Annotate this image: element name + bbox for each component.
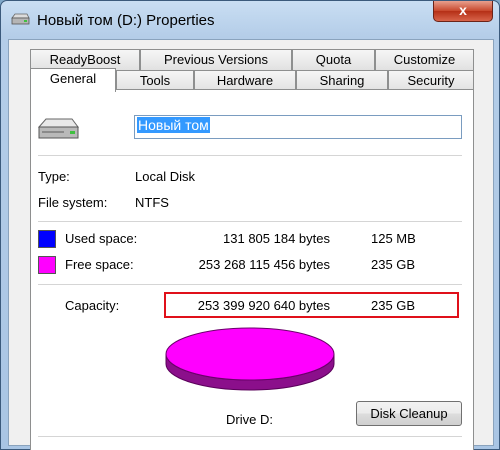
free-space-size: 235 GB xyxy=(371,257,416,272)
volume-name-input[interactable]: Новый том xyxy=(134,115,462,139)
drive-label: Drive D: xyxy=(226,412,273,427)
capacity-label: Capacity: xyxy=(65,298,120,313)
capacity-bytes: 253 399 920 640 bytes xyxy=(197,298,330,313)
separator-capacity xyxy=(38,284,462,285)
disk-cleanup-button[interactable]: Disk Cleanup xyxy=(356,401,462,426)
close-button[interactable]: x xyxy=(433,1,493,22)
tab-readyboost[interactable]: ReadyBoost xyxy=(30,49,140,70)
tab-sharing[interactable]: Sharing xyxy=(296,70,388,91)
volume-name-selection: Новый том xyxy=(137,117,210,133)
free-space-swatch xyxy=(38,256,56,274)
capacity-size: 235 GB xyxy=(371,298,416,313)
tab-previous-versions[interactable]: Previous Versions xyxy=(140,49,292,70)
window-title: Новый том (D:) Properties xyxy=(37,12,215,29)
title-bar[interactable]: Новый том (D:) Properties x xyxy=(1,1,499,39)
hard-drive-icon xyxy=(37,118,79,139)
disk-usage-pie xyxy=(165,327,335,391)
used-space-label: Used space: xyxy=(65,231,138,246)
used-space-bytes: 131 805 184 bytes xyxy=(223,231,330,246)
type-label: Type: xyxy=(38,169,70,184)
tab-customize[interactable]: Customize xyxy=(375,49,474,70)
used-space-swatch xyxy=(38,230,56,248)
tab-general[interactable]: General xyxy=(30,68,116,92)
free-space-label: Free space: xyxy=(65,257,134,272)
tab-tools[interactable]: Tools xyxy=(116,70,194,91)
separator-top xyxy=(38,155,462,156)
file-system-label: File system: xyxy=(38,195,108,210)
drive-icon xyxy=(11,13,30,25)
tab-hardware[interactable]: Hardware xyxy=(194,70,296,91)
separator-middle xyxy=(38,221,462,222)
file-system-value: NTFS xyxy=(135,195,169,210)
type-value: Local Disk xyxy=(135,169,195,184)
tab-security[interactable]: Security xyxy=(388,70,474,91)
used-space-size: 125 MB xyxy=(371,231,416,246)
separator-bottom xyxy=(38,436,462,437)
tab-quota[interactable]: Quota xyxy=(292,49,375,70)
free-space-bytes: 253 268 115 456 bytes xyxy=(198,257,330,272)
